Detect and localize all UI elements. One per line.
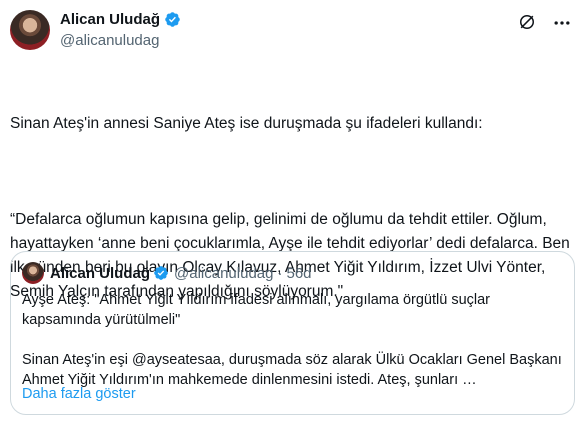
quoted-tweet[interactable]: Alican Uludağ @alicanuludag · 56d Ayşe A… [10, 251, 575, 415]
quoted-avatar[interactable] [22, 262, 44, 284]
avatar[interactable] [10, 10, 50, 50]
quoted-author-handle[interactable]: @alicanuludag [174, 265, 273, 282]
quoted-paragraph: Ayşe Ateş: "Ahmet Yiğit Yıldırım ifadesi… [22, 292, 491, 328]
separator-dot: · [277, 264, 283, 282]
verified-badge-icon [154, 266, 168, 280]
more-options-icon[interactable] [551, 12, 573, 34]
quoted-timestamp[interactable]: 56d [286, 265, 311, 282]
grok-icon[interactable] [517, 12, 537, 32]
author-name-row[interactable]: Alican Uludağ [60, 11, 181, 28]
quoted-author-name[interactable]: Alican Uludağ [50, 265, 150, 282]
author-handle[interactable]: @alicanuludag [60, 32, 159, 49]
tweet-paragraph: Sinan Ateş'in annesi Saniye Ateş ise dur… [10, 115, 483, 132]
quoted-tweet-header: Alican Uludağ @alicanuludag · 56d [22, 262, 312, 284]
author-name[interactable]: Alican Uludağ [60, 11, 160, 28]
quoted-tweet-text: Ayşe Ateş: "Ahmet Yiğit Yıldırım ifadesi… [22, 290, 567, 390]
tweet-header: Alican Uludağ @alicanuludag [10, 10, 575, 54]
quoted-paragraph: Sinan Ateş'in eşi @ayseatesaa, duruşmada… [22, 352, 562, 388]
verified-badge-icon [165, 12, 180, 27]
show-more-link[interactable]: Daha fazla göster [22, 386, 136, 402]
